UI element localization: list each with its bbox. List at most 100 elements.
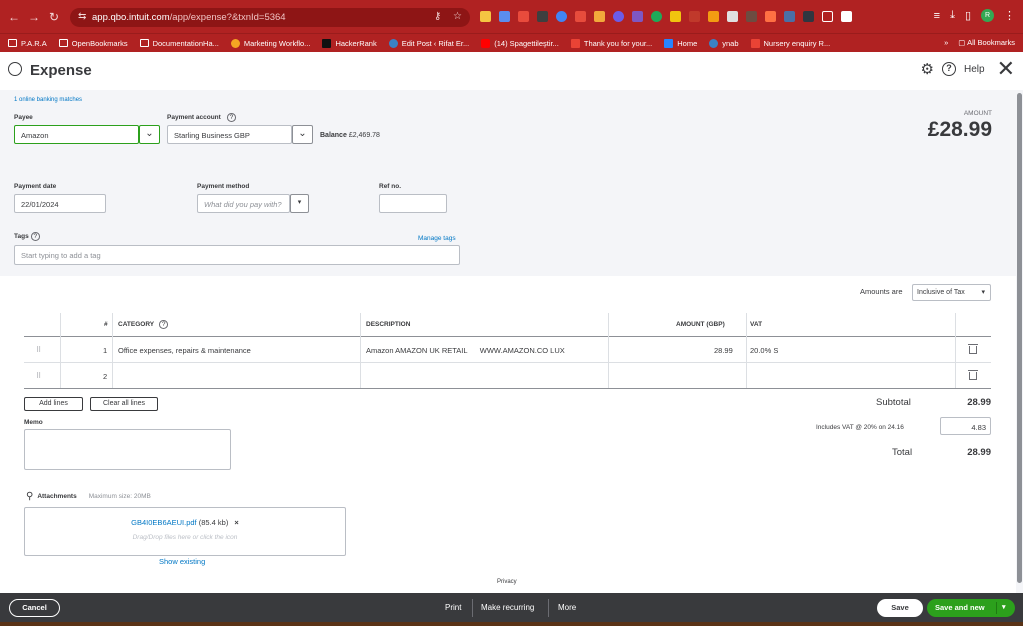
vat-amount-field[interactable]: 4.83: [940, 417, 991, 435]
payment-account-field[interactable]: Starling Business GBP: [167, 125, 292, 144]
browser-right-controls: ≡ ⤓ ▯ R ⋮: [934, 9, 1015, 22]
extension-icon[interactable]: [499, 11, 510, 22]
banking-matches-link[interactable]: 1 online banking matches: [14, 97, 82, 103]
extension-icon[interactable]: [537, 11, 548, 22]
bookmark-item[interactable]: Nursery enquiry R...: [750, 38, 830, 48]
extension-icon[interactable]: [727, 11, 738, 22]
extension-icon[interactable]: [480, 11, 491, 22]
payment-date-label: Payment date: [14, 183, 57, 190]
privacy-link[interactable]: Privacy: [497, 579, 517, 585]
payee-field[interactable]: Amazon: [14, 125, 139, 144]
bookmark-item[interactable]: Home: [664, 38, 697, 48]
attachment-dropzone[interactable]: GB4I0EB6AEUI.pdf (85.4 kb) × Drag/Drop f…: [24, 507, 346, 556]
payment-account-dropdown-button[interactable]: ⌄: [292, 125, 313, 144]
password-key-icon[interactable]: ⚷: [434, 11, 441, 22]
extension-icon[interactable]: [632, 11, 643, 22]
help-icon[interactable]: ?: [941, 62, 956, 76]
bookmark-star-icon[interactable]: ☆: [453, 11, 462, 22]
extension-icon[interactable]: [670, 11, 681, 22]
row-description[interactable]: Amazon AMAZON UK RETAIL WWW.AMAZON.CO LU…: [366, 346, 565, 355]
menu-kebab-icon[interactable]: ⋮: [1004, 9, 1015, 22]
bookmark-item[interactable]: OpenBookmarks: [58, 39, 128, 48]
tax-mode-select[interactable]: Inclusive of Tax ▾: [912, 284, 991, 301]
bookmark-item[interactable]: HackerRank: [322, 38, 377, 48]
chevron-right-icon[interactable]: »: [944, 38, 948, 47]
extension-icon[interactable]: [651, 11, 662, 22]
bookmark-item[interactable]: (14) Spagettileştir...: [481, 38, 559, 48]
row-amount[interactable]: 28.99: [714, 346, 733, 355]
table-row[interactable]: ⠿ 1 Office expenses, repairs & maintenan…: [24, 337, 991, 363]
save-and-new-button[interactable]: Save and new ▾: [927, 599, 1015, 617]
address-bar[interactable]: ⇆ app.qbo.intuit.com/app/expense?&txnId=…: [70, 8, 470, 27]
tags-input[interactable]: Start typing to add a tag: [14, 245, 460, 265]
history-icon[interactable]: [8, 62, 22, 76]
extension-icon[interactable]: [784, 11, 795, 22]
close-icon[interactable]: ✕: [997, 58, 1015, 80]
jira-icon: [664, 38, 674, 48]
bookmark-item[interactable]: ynab: [709, 38, 739, 48]
payment-method-field[interactable]: What did you pay with?: [197, 194, 290, 213]
extension-icon[interactable]: [689, 11, 700, 22]
payee-dropdown-button[interactable]: ⌄: [139, 125, 160, 144]
payment-method-dropdown-button[interactable]: ▾: [290, 194, 309, 213]
row-vat[interactable]: 20.0% S: [750, 346, 778, 355]
paperclip-icon[interactable]: ⚲: [26, 491, 33, 502]
extensions-puzzle-icon[interactable]: [841, 11, 852, 22]
info-icon[interactable]: ?: [30, 232, 41, 241]
gear-icon[interactable]: ⚙: [921, 60, 934, 78]
sidepanel-icon[interactable]: ▯: [965, 9, 971, 22]
memo-textarea[interactable]: [24, 429, 231, 470]
extension-icon[interactable]: [708, 11, 719, 22]
extension-icon[interactable]: [765, 11, 776, 22]
page-scrollbar[interactable]: [1016, 90, 1023, 593]
info-icon[interactable]: ?: [158, 320, 169, 329]
forward-icon[interactable]: →: [28, 11, 40, 23]
extension-icon[interactable]: [803, 11, 814, 22]
show-existing-link[interactable]: Show existing: [159, 557, 205, 566]
ref-no-field[interactable]: [379, 194, 447, 213]
save-button[interactable]: Save: [877, 599, 923, 617]
reload-icon[interactable]: ↻: [49, 11, 59, 23]
row-category[interactable]: Office expenses, repairs & maintenance: [118, 346, 251, 355]
more-button[interactable]: More: [558, 603, 576, 612]
trash-icon[interactable]: [968, 370, 978, 380]
info-icon[interactable]: ?: [226, 113, 237, 122]
all-bookmarks[interactable]: ▢ All Bookmarks: [958, 38, 1015, 47]
bookmark-item[interactable]: Thank you for your...: [570, 38, 652, 48]
extension-icon[interactable]: [594, 11, 605, 22]
extension-icon[interactable]: [575, 11, 586, 22]
extension-icon[interactable]: [613, 11, 624, 22]
extension-icon[interactable]: [518, 11, 529, 22]
bookmark-item[interactable]: DocumentationHa...: [139, 39, 219, 48]
media-icon[interactable]: ≡: [934, 10, 940, 22]
drag-handle-icon[interactable]: ⠿: [36, 372, 41, 380]
print-button[interactable]: Print: [445, 603, 461, 612]
folder-icon: [139, 39, 149, 47]
max-size-text: Maximum size: 20MB: [88, 493, 151, 500]
site-settings-icon[interactable]: ⇆: [78, 11, 86, 22]
payment-date-field[interactable]: 22/01/2024: [14, 194, 106, 213]
drag-handle-icon[interactable]: ⠿: [36, 346, 41, 354]
help-link[interactable]: Help: [964, 64, 985, 75]
scrollbar-thumb[interactable]: [1017, 93, 1022, 583]
download-icon[interactable]: ⤓: [950, 9, 955, 22]
bookmark-item[interactable]: Edit Post ‹ Rifat Er...: [388, 38, 469, 48]
manage-tags-link[interactable]: Manage tags: [418, 235, 456, 242]
caret-down-icon[interactable]: ▾: [1002, 599, 1006, 617]
cancel-button[interactable]: Cancel: [9, 599, 60, 617]
profile-avatar[interactable]: R: [981, 9, 994, 22]
add-lines-button[interactable]: Add lines: [24, 397, 83, 411]
clear-all-lines-button[interactable]: Clear all lines: [90, 397, 158, 411]
attachment-file-link[interactable]: GB4I0EB6AEUI.pdf: [131, 518, 196, 527]
table-row[interactable]: ⠿ 2: [24, 363, 991, 389]
bookmark-item[interactable]: P.A.R.A: [8, 39, 47, 48]
bookmarks-overflow: » ▢ All Bookmarks: [944, 38, 1015, 47]
extension-icon[interactable]: [556, 11, 567, 22]
bookmark-item[interactable]: Marketing Workflo...: [230, 38, 310, 48]
back-icon[interactable]: ←: [8, 11, 20, 23]
extension-icon[interactable]: [822, 11, 833, 22]
extension-icon[interactable]: [746, 11, 757, 22]
remove-attachment-icon[interactable]: ×: [234, 518, 238, 527]
trash-icon[interactable]: [968, 344, 978, 354]
make-recurring-button[interactable]: Make recurring: [481, 603, 534, 612]
